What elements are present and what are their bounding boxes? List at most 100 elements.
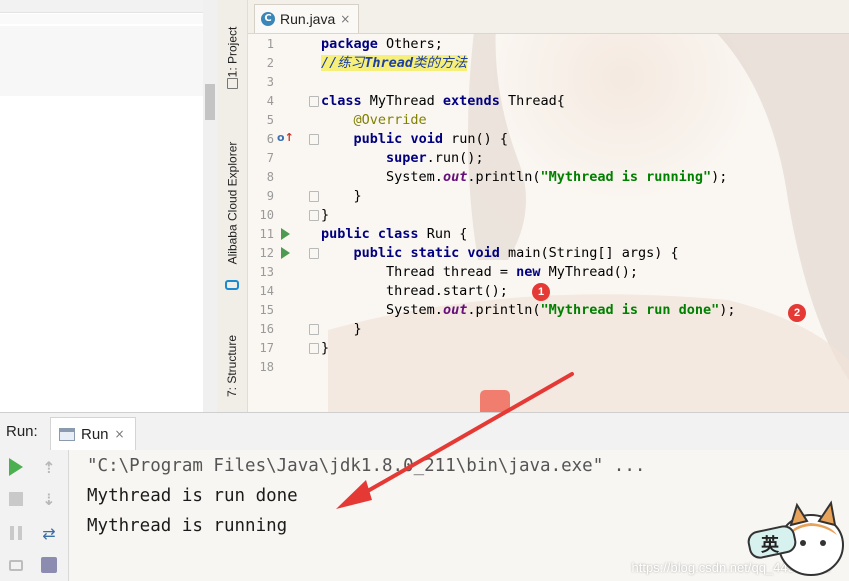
stop-button[interactable]	[5, 488, 27, 510]
code-line: public class Run {	[321, 225, 467, 244]
code-line: public static void main(String[] args) {	[321, 244, 679, 263]
static-field: out	[442, 302, 468, 318]
keyword: new	[516, 264, 541, 280]
file-tab-label: Run.java	[280, 11, 336, 27]
scroll-to-end-button[interactable]	[38, 554, 60, 576]
run-panel-header: Run: Run ×	[0, 412, 849, 451]
pause-icon	[10, 526, 22, 540]
close-icon[interactable]: ×	[340, 12, 350, 26]
run-class-icon[interactable]	[281, 228, 290, 240]
tab-structure[interactable]: 7: Structure	[221, 330, 243, 402]
project-scrollbar[interactable]	[203, 0, 217, 412]
run-toolbar: ⇡ ⇣ ⇄	[0, 450, 69, 581]
camera-icon	[9, 559, 23, 571]
keyword: package	[321, 36, 378, 52]
tab-structure-label: 7: Structure	[225, 334, 239, 398]
code-line: @Override	[321, 111, 427, 130]
code-line: Thread thread = new MyThread();	[321, 263, 638, 282]
run-tab[interactable]: Run ×	[50, 417, 136, 450]
console-line: Mythread is running	[87, 516, 288, 536]
line-number: 3	[266, 75, 274, 89]
wrap-icon: ⇄	[42, 523, 56, 543]
line-number: 17	[259, 341, 274, 355]
keyword: static	[410, 245, 460, 261]
code-line: }	[321, 340, 330, 356]
project-pane	[0, 0, 203, 412]
mascot-sticker: 英	[747, 500, 844, 576]
line-number: 9	[266, 189, 274, 203]
code-text: );	[719, 302, 736, 318]
annotation-badge-1: 1	[532, 283, 550, 301]
console-output[interactable]: "C:\Program Files\Java\jdk1.8.0_211\bin\…	[69, 450, 849, 581]
tab-alibaba-cloud-explorer[interactable]: Alibaba Cloud Explorer	[221, 128, 243, 278]
line-number: 16	[259, 322, 274, 336]
run-tab-label: Run	[81, 425, 109, 443]
fold-icon[interactable]	[309, 343, 319, 354]
code-editor[interactable]: C Run.java × 1 2 3 4 5 6 7 8 9 10 11 12 …	[248, 0, 849, 412]
tab-cloud-label: Alibaba Cloud Explorer	[225, 141, 239, 265]
code-text: MyThread();	[540, 264, 639, 280]
fold-icon[interactable]	[309, 96, 319, 107]
file-tab-run-java[interactable]: C Run.java ×	[254, 4, 360, 33]
fold-icon[interactable]	[309, 134, 319, 145]
keyword: extends	[442, 93, 500, 109]
comment-text: Thread	[364, 55, 414, 71]
run-main-icon[interactable]	[281, 247, 290, 259]
code-text: System.	[386, 169, 443, 185]
line-number: 12	[259, 246, 274, 260]
override-icon[interactable]: o↑	[277, 131, 294, 144]
java-class-icon: C	[261, 12, 275, 26]
stop-icon	[9, 492, 23, 506]
line-number: 14	[259, 284, 274, 298]
editor-gutter: 1 2 3 4 5 6 7 8 9 10 11 12 13 14 15 16 1…	[248, 34, 320, 412]
project-tree-row[interactable]	[0, 26, 203, 96]
fold-icon[interactable]	[309, 324, 319, 335]
keyword: public	[321, 226, 370, 242]
fold-icon[interactable]	[309, 248, 319, 259]
project-tree-row[interactable]	[0, 14, 203, 24]
search-overlay-icon	[480, 390, 510, 412]
code-line: thread.start();	[321, 283, 508, 299]
fold-icon[interactable]	[309, 191, 319, 202]
soft-wrap-button[interactable]: ⇄	[38, 522, 60, 544]
close-icon[interactable]: ×	[115, 427, 125, 441]
play-icon	[9, 458, 23, 476]
line-number: 6	[266, 132, 274, 146]
keyword: void	[410, 131, 443, 147]
scrollbar-thumb[interactable]	[205, 84, 215, 120]
comment-text: //练习	[321, 55, 365, 71]
keyword: void	[467, 245, 500, 261]
line-number: 11	[259, 227, 274, 241]
line-number: 8	[266, 170, 274, 184]
code-line: }	[321, 207, 330, 223]
string-literal: "Mythread is run done"	[540, 302, 720, 318]
dump-threads-button[interactable]	[5, 554, 27, 576]
cloud-icon	[225, 276, 239, 290]
arrow-down-icon: ⇣	[42, 489, 56, 509]
code-text: .println(	[467, 169, 541, 185]
static-field: out	[442, 169, 468, 185]
code-text: MyThread	[361, 93, 443, 109]
line-number: 10	[259, 208, 274, 222]
scroll-down-button[interactable]: ⇣	[38, 488, 60, 510]
line-number: 1	[266, 37, 274, 51]
line-number: 18	[259, 360, 274, 374]
keyword: class	[377, 226, 419, 242]
code-line: class MyThread extends Thread{	[321, 92, 565, 111]
code-line: public void run() {	[321, 130, 508, 149]
keyword: super	[386, 150, 427, 166]
editor-tab-bar: C Run.java ×	[248, 0, 849, 34]
keyword: public	[353, 131, 403, 147]
pause-button[interactable]	[5, 522, 27, 544]
code-text: Run {	[418, 226, 468, 242]
comment-text: 类的方法	[413, 55, 468, 71]
rerun-button[interactable]	[5, 456, 27, 478]
line-number: 15	[259, 303, 274, 317]
console-line: "C:\Program Files\Java\jdk1.8.0_211\bin\…	[87, 456, 646, 476]
scroll-up-button[interactable]: ⇡	[38, 456, 60, 478]
annotation-badge-2: 2	[788, 304, 806, 322]
fold-icon[interactable]	[309, 210, 319, 221]
annotation: @Override	[353, 112, 427, 128]
